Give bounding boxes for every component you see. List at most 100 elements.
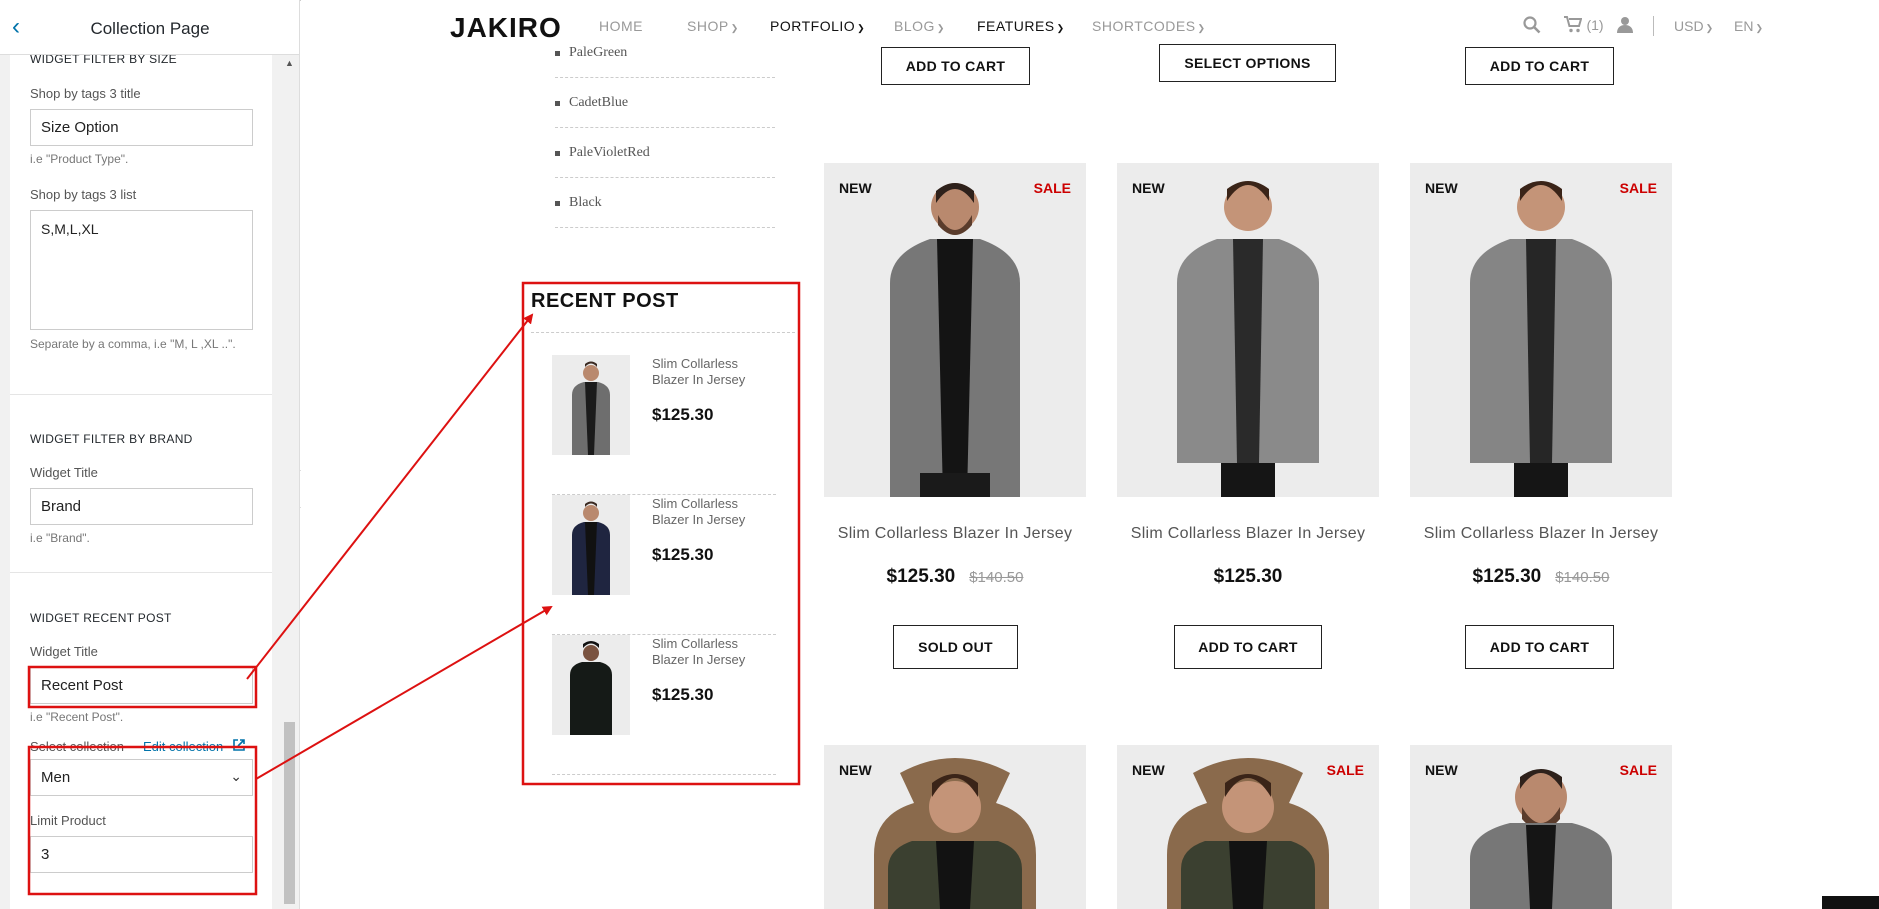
product-image[interactable]: NEW — [824, 745, 1086, 909]
field-label: Widget Title — [30, 465, 98, 480]
new-badge: NEW — [839, 762, 872, 778]
product-price: $125.30 — [1213, 566, 1283, 587]
field-label: Shop by tags 3 title — [30, 86, 141, 101]
site-logo[interactable]: JAKIRO — [450, 12, 562, 44]
new-badge: NEW — [1425, 180, 1458, 196]
add-to-cart-button[interactable]: ADD TO CART — [881, 47, 1030, 85]
product-thumbnail[interactable] — [552, 495, 630, 595]
user-icon[interactable] — [1617, 16, 1633, 38]
bullet-icon — [555, 201, 560, 206]
product-price: $125.30 — [1472, 566, 1542, 587]
product-image[interactable]: NEW — [1117, 163, 1379, 497]
recent-post-name[interactable]: Slim Collarless Blazer In Jersey — [652, 636, 772, 668]
color-name: CadetBlue — [569, 95, 629, 110]
chevron-down-icon: ❯ — [1705, 23, 1714, 33]
product-price-block: $125.30 $140.50 — [1410, 566, 1672, 588]
section-heading: WIDGET FILTER BY SIZE — [30, 55, 177, 66]
nav-item-shortcodes[interactable]: SHORTCODES ❯ — [1092, 18, 1206, 34]
color-name: PaleVioletRed — [569, 145, 650, 160]
add-to-cart-button[interactable]: ADD TO CART — [1174, 625, 1322, 669]
sold-out-button[interactable]: SOLD OUT — [893, 625, 1018, 669]
collection-select[interactable]: Men ⌄ — [30, 759, 253, 796]
bullet-icon — [555, 51, 560, 56]
chevron-down-icon: ❯ — [1755, 23, 1763, 33]
recent-post-title-input[interactable] — [30, 667, 253, 704]
old-price: $140.50 — [1555, 569, 1610, 586]
product-name[interactable]: Slim Collarless Blazer In Jersey — [1401, 525, 1681, 543]
product-image[interactable]: NEW SALE — [1117, 745, 1379, 909]
recent-post-item[interactable]: Slim Collarless Blazer In Jersey $125.30 — [552, 635, 776, 775]
add-to-cart-button[interactable]: ADD TO CART — [1465, 47, 1614, 85]
recent-post-name[interactable]: Slim Collarless Blazer In Jersey — [652, 496, 772, 528]
storefront-preview: JAKIRO HOME SHOP ❯ PORTFOLIO ❯ BLOG ❯ FEATU… — [301, 0, 1879, 909]
sale-badge: SALE — [1619, 762, 1657, 778]
field-label: Select collection — [30, 739, 124, 754]
product-thumbnail[interactable] — [552, 635, 630, 735]
language-selector[interactable]: EN ❯ — [1734, 18, 1763, 34]
color-filter-item[interactable]: PaleGreen — [555, 28, 775, 78]
add-to-cart-button[interactable]: ADD TO CART — [1465, 625, 1614, 669]
nav-label: FEATURES — [977, 18, 1055, 34]
recent-post-name[interactable]: Slim Collarless Blazer In Jersey — [652, 356, 772, 388]
product-image[interactable]: NEW SALE — [1410, 745, 1672, 909]
color-filter-item[interactable]: PaleVioletRed — [555, 128, 775, 178]
new-badge: NEW — [1132, 180, 1165, 196]
section-heading: WIDGET FILTER BY BRAND — [30, 432, 193, 446]
product-name[interactable]: Slim Collarless Blazer In Jersey — [1108, 525, 1388, 543]
currency-selector[interactable]: USD ❯ — [1674, 18, 1713, 34]
recent-post-item[interactable]: Slim Collarless Blazer In Jersey $125.30 — [552, 495, 776, 635]
field-hint: i.e "Brand". — [30, 531, 90, 545]
recent-post-title: RECENT POST — [531, 290, 679, 312]
cart-icon — [1564, 16, 1583, 37]
chevron-down-icon: ❯ — [857, 23, 866, 33]
sidebar-settings-panel: WIDGET FILTER BY SIZE Shop by tags 3 tit… — [10, 55, 272, 909]
select-options-button[interactable]: SELECT OPTIONS — [1159, 44, 1336, 82]
recent-post-price: $125.30 — [652, 405, 714, 424]
product-price-block: $125.30 — [1117, 566, 1379, 588]
sale-badge: SALE — [1033, 180, 1071, 196]
edit-collection-link[interactable]: Edit collection — [143, 739, 245, 754]
field-label: Shop by tags 3 list — [30, 187, 137, 202]
scroll-up-arrow-icon[interactable]: ▲ — [285, 58, 294, 68]
field-hint: Separate by a comma, i.e "M, L ,XL ..". — [30, 337, 236, 351]
collection-select-value: Men — [41, 769, 71, 786]
color-filter-item[interactable]: CadetBlue — [555, 78, 775, 128]
sale-badge: SALE — [1326, 762, 1364, 778]
cart-button[interactable]: (1) — [1564, 16, 1604, 38]
product-price: $125.30 — [886, 566, 956, 587]
limit-product-input[interactable] — [30, 836, 253, 873]
color-filter-item[interactable]: Black — [555, 178, 775, 228]
cart-count: (1) — [1586, 17, 1604, 33]
field-label: Limit Product — [30, 813, 106, 828]
currency-label: USD — [1674, 18, 1704, 34]
bullet-icon — [555, 101, 560, 106]
product-image[interactable]: NEW SALE — [1410, 163, 1672, 497]
brand-title-input[interactable] — [30, 488, 253, 525]
new-badge: NEW — [1425, 762, 1458, 778]
size-title-input[interactable] — [30, 109, 253, 146]
field-hint: i.e "Recent Post". — [30, 710, 124, 724]
nav-item-features[interactable]: FEATURES ❯ — [977, 18, 1065, 34]
product-thumbnail[interactable] — [552, 355, 630, 455]
new-badge: NEW — [1132, 762, 1165, 778]
nav-item-portfolio[interactable]: PORTFOLIO ❯ — [770, 18, 865, 34]
section-filter-by-size: WIDGET FILTER BY SIZE Shop by tags 3 tit… — [10, 55, 272, 395]
product-price-block: $125.30 $140.50 — [824, 566, 1086, 588]
section-filter-by-brand: WIDGET FILTER BY BRAND Widget Title i.e … — [10, 395, 272, 573]
nav-divider — [1653, 16, 1654, 36]
size-list-textarea[interactable]: S,M,L,XL — [30, 210, 253, 330]
product-name[interactable]: Slim Collarless Blazer In Jersey — [815, 525, 1095, 543]
color-name: PaleGreen — [569, 45, 628, 60]
recent-post-price: $125.30 — [652, 545, 714, 564]
nav-label: PORTFOLIO — [770, 18, 856, 34]
scrollbar-thumb[interactable] — [284, 722, 295, 904]
sidebar-title: Collection Page — [90, 19, 210, 38]
recent-post-item[interactable]: Slim Collarless Blazer In Jersey $125.30 — [552, 355, 776, 495]
sidebar-header: ‹ Collection Page — [0, 0, 299, 55]
search-icon[interactable] — [1523, 16, 1541, 39]
nav-item-blog[interactable]: BLOG ❯ — [894, 18, 945, 34]
product-image[interactable]: NEW SALE — [824, 163, 1086, 497]
chevron-down-icon: ❯ — [1056, 23, 1065, 33]
color-name: Black — [569, 195, 602, 210]
chevron-down-icon: ❯ — [936, 23, 945, 33]
